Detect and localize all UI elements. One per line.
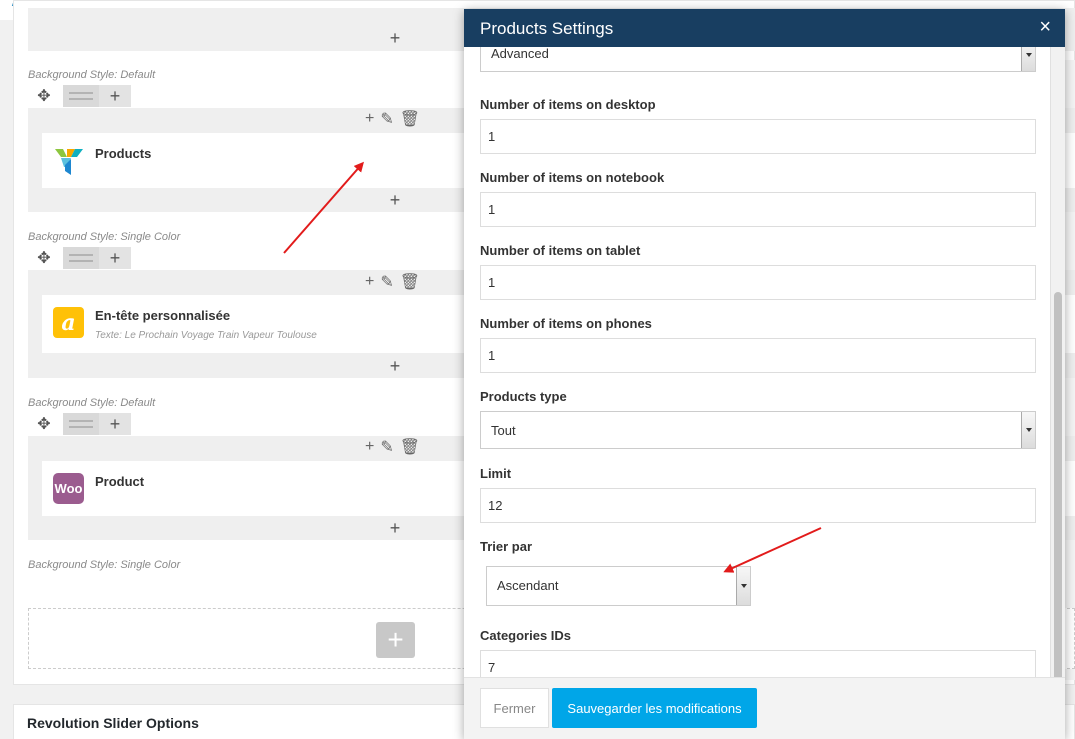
delete-trash-icon[interactable]: 🗑 [400, 437, 420, 457]
revolution-slider-title: Revolution Slider Options [27, 715, 199, 731]
modal-scrollbar-thumb[interactable] [1054, 292, 1062, 685]
advanced-select[interactable]: Advanced [480, 47, 1036, 72]
row-layout-button[interactable] [63, 247, 99, 269]
delete-trash-icon[interactable]: 🗑 [400, 272, 420, 292]
select-value: Tout [491, 423, 516, 438]
row-layout-button[interactable] [63, 85, 99, 107]
element-title: Product [95, 474, 145, 489]
move-row-icon[interactable]: ✥ [33, 247, 55, 269]
element-subtitle: Texte: Le Prochain Voyage Train Vapeur T… [95, 330, 317, 341]
row-background-label: Background Style: Single Color [28, 559, 181, 571]
row-background-label: Background Style: Single Color [28, 231, 181, 243]
row-background-label: Background Style: Default [28, 69, 156, 81]
layout-icon [69, 92, 93, 100]
add-element-plus-icon[interactable]: + [385, 518, 405, 538]
add-element-plus-icon[interactable]: + [385, 356, 405, 376]
items-tablet-input[interactable] [480, 265, 1036, 300]
element-title: En-tête personnalisée [95, 308, 231, 323]
modal-header: Products Settings × [464, 9, 1065, 47]
select-value: Advanced [491, 47, 549, 61]
delete-trash-icon[interactable]: 🗑 [400, 109, 420, 129]
items-notebook-input[interactable] [480, 192, 1036, 227]
products-type-select[interactable]: Tout [480, 411, 1036, 449]
add-element-plus-icon[interactable]: + [385, 28, 405, 48]
close-icon[interactable]: × [1039, 16, 1051, 39]
label-items-notebook: Number of items on notebook [480, 170, 665, 185]
label-items-tablet: Number of items on tablet [480, 243, 641, 258]
save-changes-button[interactable]: Sauvegarder les modifications [552, 688, 757, 728]
items-desktop-input[interactable] [480, 119, 1036, 154]
element-title: Products [95, 146, 152, 161]
layout-icon [69, 254, 93, 262]
edit-pencil-icon[interactable]: ✎ [380, 109, 393, 129]
select-value: Ascendant [497, 578, 559, 593]
modal-title: Products Settings [480, 19, 614, 38]
element-tools: + ✎ 🗑 [365, 109, 425, 129]
label-categories-ids: Categories IDs [480, 628, 572, 643]
layout-icon [69, 420, 93, 428]
woocommerce-icon: Woo [53, 473, 84, 504]
element-tools: + ✎ 🗑 [365, 437, 425, 457]
limit-input[interactable] [480, 488, 1036, 523]
chevron-down-icon [736, 567, 750, 605]
modal-body[interactable]: Advanced Number of items on desktop Numb… [464, 47, 1065, 677]
add-column-button[interactable]: + [99, 413, 131, 435]
row-layout-button[interactable] [63, 413, 99, 435]
modal-footer: Fermer Sauvegarder les modifications [464, 677, 1065, 739]
row-background-label: Background Style: Default [28, 397, 156, 409]
sort-order-select[interactable]: Ascendant [486, 566, 751, 606]
move-row-icon[interactable]: ✥ [33, 85, 55, 107]
add-column-button[interactable]: + [99, 85, 131, 107]
items-phones-input[interactable] [480, 338, 1036, 373]
custom-heading-icon: a [53, 307, 84, 338]
move-row-icon[interactable]: ✥ [33, 413, 55, 435]
add-icon[interactable]: + [365, 110, 374, 128]
element-tools: + ✎ 🗑 [365, 272, 425, 292]
add-element-button[interactable]: + [376, 622, 415, 658]
label-items-phones: Number of items on phones [480, 316, 652, 331]
label-limit: Limit [480, 466, 512, 481]
label-sort: Trier par [480, 539, 533, 554]
close-button[interactable]: Fermer [480, 688, 549, 728]
add-element-plus-icon[interactable]: + [385, 190, 405, 210]
add-column-button[interactable]: + [99, 247, 131, 269]
add-icon[interactable]: + [365, 273, 374, 291]
add-icon[interactable]: + [365, 438, 374, 456]
label-items-desktop: Number of items on desktop [480, 97, 656, 112]
chevron-down-icon [1021, 47, 1035, 71]
visual-composer-icon [53, 145, 84, 176]
categories-ids-input[interactable] [480, 650, 1036, 677]
edit-pencil-icon[interactable]: ✎ [380, 272, 393, 292]
label-products-type: Products type [480, 389, 567, 404]
chevron-down-icon [1021, 412, 1035, 448]
products-settings-modal: Products Settings × Advanced Number of i… [464, 9, 1065, 739]
edit-pencil-icon[interactable]: ✎ [380, 437, 393, 457]
